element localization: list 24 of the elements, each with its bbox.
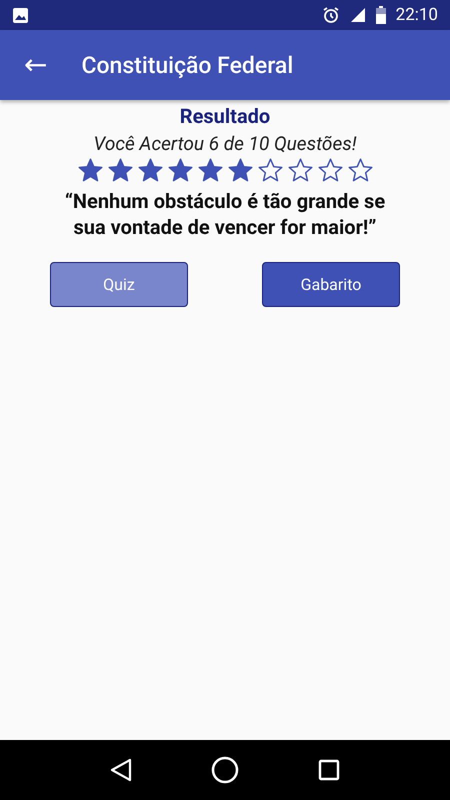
star-icon: [166, 157, 194, 184]
star-icon: [196, 157, 224, 184]
alarm-clock-icon: [322, 6, 340, 24]
back-button[interactable]: ←: [20, 51, 52, 79]
star-icon: [346, 157, 374, 184]
recents-icon[interactable]: [318, 759, 340, 781]
back-icon[interactable]: [110, 758, 132, 782]
star-icon: [316, 157, 344, 184]
star-icon: [106, 157, 134, 184]
signal-icon: [350, 7, 366, 23]
star-icon: [286, 157, 314, 184]
action-button[interactable]: Gabarito: [262, 262, 400, 307]
result-heading: Resultado: [180, 104, 270, 128]
clock-time: 22:10: [396, 5, 438, 25]
image-icon: [12, 6, 29, 24]
star-icon: [136, 157, 164, 184]
star-icon: [226, 157, 254, 184]
screen-title: Constituição Federal: [81, 52, 294, 78]
quote-text: “Nenhum obstáculo é tão grande se sua vontade de vencer for maior!”: [64, 188, 386, 240]
star-icon: [76, 157, 104, 184]
home-icon[interactable]: [210, 756, 239, 784]
score-text: Você Acertou 6 de 10 Questões!: [94, 132, 356, 155]
battery-icon: [376, 6, 386, 24]
star-icon: [256, 157, 284, 184]
